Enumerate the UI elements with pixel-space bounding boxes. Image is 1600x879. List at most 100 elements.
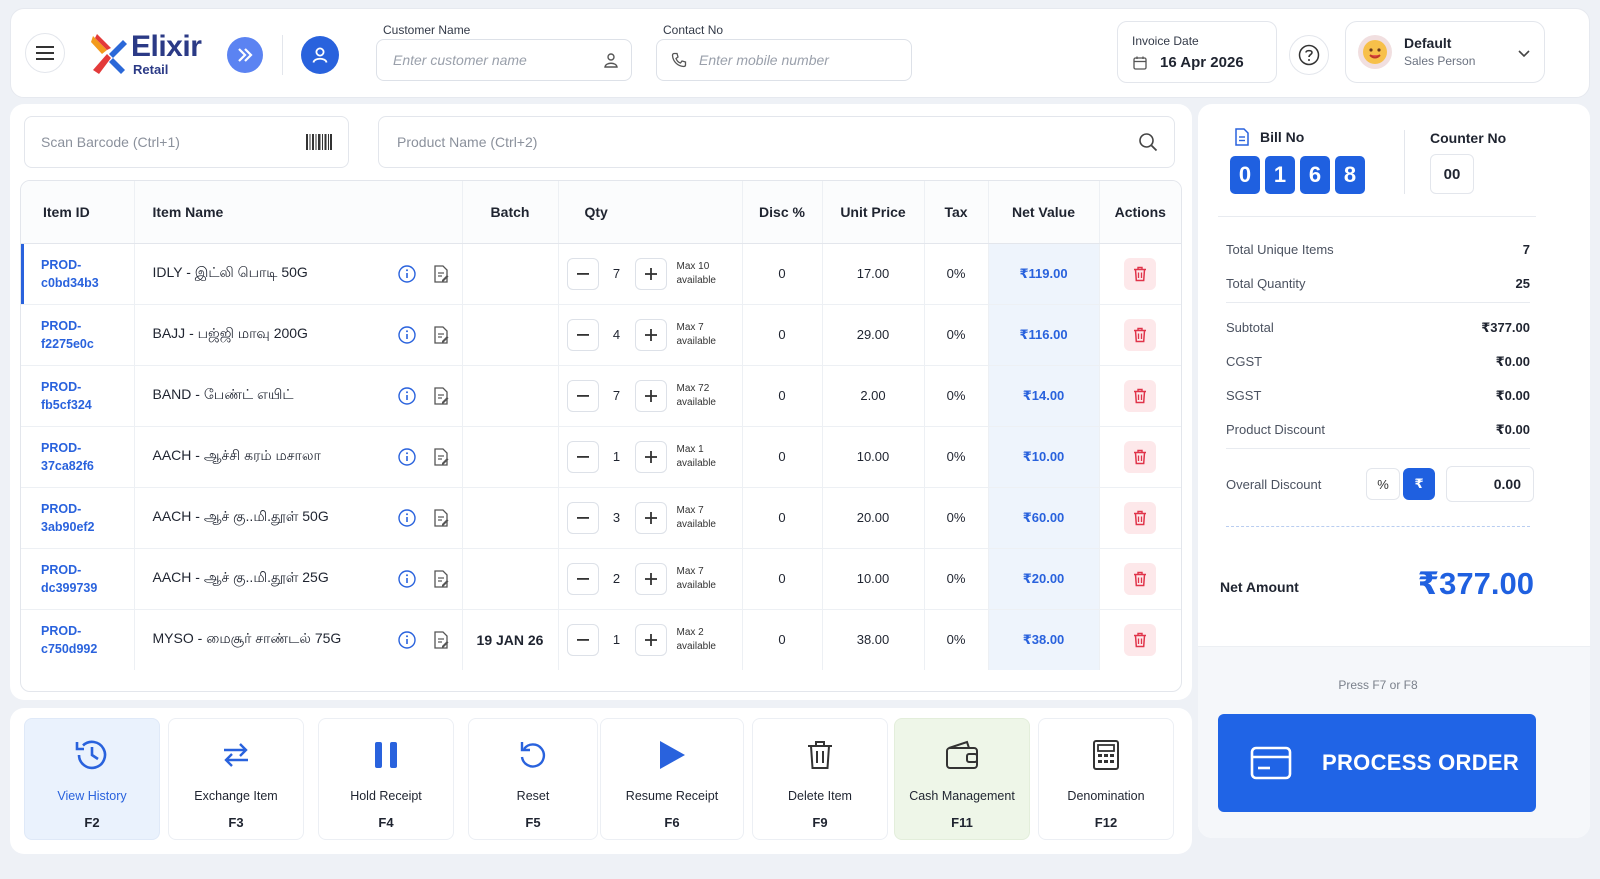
view-history-button[interactable]: View History F2 [24,718,160,840]
discount-cell[interactable]: 0 [742,365,823,427]
invoice-date-picker[interactable]: Invoice Date 16 Apr 2026 [1117,21,1277,83]
qty-value[interactable]: 1 [599,632,635,647]
qty-decrease-button[interactable] [566,623,599,656]
cash-management-button[interactable]: Cash Management F11 [894,718,1030,840]
qty-value[interactable]: 4 [599,327,635,342]
customer-profile-button[interactable] [301,36,339,74]
contact-no-field[interactable] [656,39,912,81]
item-name: AACH - ஆச் கு..மி.தூள் 50G [152,508,329,524]
help-button[interactable] [1289,35,1329,75]
info-button[interactable] [397,508,417,528]
info-button[interactable] [397,447,417,467]
info-button[interactable] [397,386,417,406]
calculator-icon [1093,740,1119,770]
product-search-box[interactable] [378,116,1175,168]
qty-decrease-button[interactable] [566,257,599,290]
edit-note-button[interactable] [431,386,451,406]
qty-increase-button[interactable] [634,318,667,351]
table-row[interactable]: PROD- 3ab90ef2 AACH - ஆச் கு..மி.தூள் 50G… [21,487,1181,549]
qty-decrease-button[interactable] [566,501,599,534]
available-label: available [676,274,716,286]
qty-increase-button[interactable] [634,501,667,534]
qty-increase-button[interactable] [634,257,667,290]
qty-decrease-button[interactable] [566,562,599,595]
header-item-id: Item ID [21,181,135,244]
delete-row-button[interactable] [1124,440,1157,473]
discount-rupee-toggle[interactable]: ₹ [1403,468,1435,500]
edit-note-button[interactable] [431,630,451,650]
invoice-date-label: Invoice Date [1132,34,1199,48]
info-button[interactable] [397,264,417,284]
qty-decrease-button[interactable] [566,379,599,412]
customer-name-input[interactable] [393,52,603,68]
qty-value[interactable]: 7 [599,266,635,281]
qty-cell: 3 Max 7 available [558,487,743,549]
qty-value[interactable]: 2 [599,571,635,586]
chevron-down-icon [1518,50,1530,58]
item-name: BAND - பேண்ட் எயிட் [152,386,294,402]
table-row[interactable]: PROD- 37ca82f6 AACH - ஆச்சி கரம் மசாலா 1 … [21,426,1181,488]
item-name-cell: BAND - பேண்ட் எயிட் [134,365,463,427]
item-id-code: fb5cf324 [41,397,92,412]
denomination-button[interactable]: Denomination F12 [1038,718,1174,840]
table-row[interactable]: PROD-c750d992 MYSO - மைசூர் சாண்டல் 75G … [21,609,1181,670]
expand-sidebar-button[interactable] [227,37,263,73]
discount-cell[interactable]: 0 [742,609,823,670]
delete-row-button[interactable] [1124,257,1157,290]
exchange-item-button[interactable]: Exchange Item F3 [168,718,304,840]
qty-increase-button[interactable] [634,562,667,595]
process-order-button[interactable]: PROCESS ORDER [1218,714,1536,812]
barcode-search-box[interactable] [24,116,349,168]
item-id-code: dc399739 [41,580,98,595]
qty-value[interactable]: 3 [599,510,635,525]
info-button[interactable] [397,325,417,345]
delete-row-button[interactable] [1124,318,1157,351]
customer-name-field[interactable] [376,39,632,81]
edit-note-button[interactable] [431,569,451,589]
hold-receipt-button[interactable]: Hold Receipt F4 [318,718,454,840]
net-value-cell: ₹20.00 [988,548,1100,610]
discount-cell[interactable]: 0 [742,243,823,305]
discount-cell[interactable]: 0 [742,548,823,610]
resume-receipt-button[interactable]: Resume Receipt F6 [600,718,744,840]
product-name-input[interactable] [397,134,1138,150]
info-button[interactable] [397,569,417,589]
edit-note-button[interactable] [431,264,451,284]
header-qty: Qty [558,181,743,244]
qty-value[interactable]: 1 [599,449,635,464]
qty-cell: 4 Max 7 available [558,304,743,366]
qty-increase-button[interactable] [634,440,667,473]
delete-row-button[interactable] [1124,623,1157,656]
discount-percent-toggle[interactable]: % [1366,468,1400,500]
table-row[interactable]: PROD-f2275e0c BAJJ - பஜ்ஜி மாவு 200G 4 M… [21,304,1181,366]
qty-decrease-button[interactable] [566,318,599,351]
header-actions: Actions [1099,181,1181,244]
qty-decrease-button[interactable] [566,440,599,473]
delete-row-button[interactable] [1124,379,1157,412]
qty-increase-button[interactable] [634,379,667,412]
discount-cell[interactable]: 0 [742,487,823,549]
barcode-input[interactable] [41,134,306,150]
overall-discount-input[interactable]: 0.00 [1446,466,1534,502]
actions-cell [1099,548,1181,610]
discount-cell[interactable]: 0 [742,426,823,488]
edit-note-button[interactable] [431,447,451,467]
delete-item-button[interactable]: Delete Item F9 [752,718,888,840]
info-button[interactable] [397,630,417,650]
qty-increase-button[interactable] [634,623,667,656]
bill-summary-panel: Bill No 0 1 6 8 Counter No 00 Total Uniq… [1198,104,1590,838]
discount-cell[interactable]: 0 [742,304,823,366]
edit-note-button[interactable] [431,508,451,528]
qty-value[interactable]: 7 [599,388,635,403]
salesperson-selector[interactable]: Default Sales Person [1345,21,1545,83]
table-row[interactable]: PROD-c0bd34b3 IDLY - இட்லி பொடி 50G 7 Ma… [21,243,1181,305]
contact-no-input[interactable] [699,52,911,68]
table-row[interactable]: PROD-fb5cf324 BAND - பேண்ட் எயிட் 7 Max … [21,365,1181,427]
edit-note-button[interactable] [431,325,451,345]
table-row[interactable]: PROD-dc399739 AACH - ஆச் கு..மி.தூள் 25G… [21,548,1181,610]
delete-row-button[interactable] [1124,562,1157,595]
delete-row-button[interactable] [1124,501,1157,534]
net-value-cell: ₹14.00 [988,365,1100,427]
reset-button[interactable]: Reset F5 [468,718,598,840]
menu-button[interactable] [25,33,65,73]
